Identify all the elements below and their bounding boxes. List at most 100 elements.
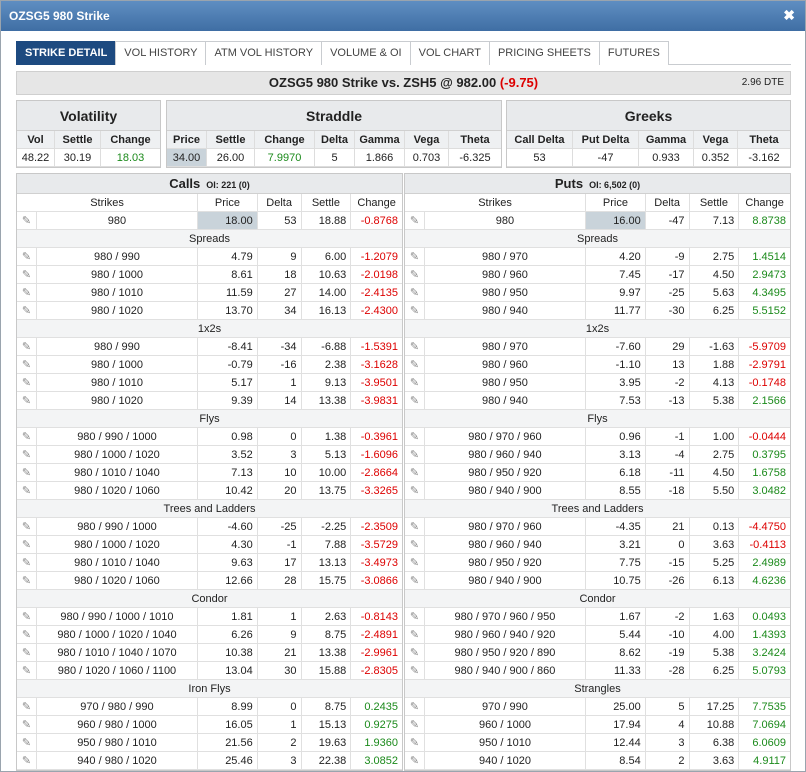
table-row[interactable]: ✎ 950 / 1010 12.44 3 6.38 6.0609 — [405, 734, 790, 752]
wrench-icon[interactable]: ✎ — [405, 356, 425, 373]
wrench-icon[interactable]: ✎ — [17, 536, 37, 553]
table-row[interactable]: ✎ 980 / 960 7.45 -17 4.50 2.9473 — [405, 266, 790, 284]
table-row[interactable]: ✎ 980 / 950 / 920 7.75 -15 5.25 2.4989 — [405, 554, 790, 572]
wrench-icon[interactable]: ✎ — [405, 662, 425, 679]
wrench-icon[interactable]: ✎ — [17, 374, 37, 391]
wrench-icon[interactable]: ✎ — [17, 464, 37, 481]
table-row[interactable]: ✎ 980 / 960 -1.10 13 1.88 -2.9791 — [405, 356, 790, 374]
table-row[interactable]: ✎ 980 / 940 / 900 8.55 -18 5.50 3.0482 — [405, 482, 790, 500]
wrench-icon[interactable]: ✎ — [17, 644, 37, 661]
tab-futures[interactable]: FUTURES — [598, 41, 669, 65]
table-row[interactable]: ✎ 980 / 1010 / 1040 7.13 10 10.00 -2.8664 — [17, 464, 402, 482]
wrench-icon[interactable]: ✎ — [405, 212, 425, 229]
table-row[interactable]: ✎ 970 / 990 25.00 5 17.25 7.7535 — [405, 698, 790, 716]
wrench-icon[interactable]: ✎ — [17, 608, 37, 625]
wrench-icon[interactable]: ✎ — [405, 482, 425, 499]
table-row[interactable]: ✎ 980 / 970 / 960 0.96 -1 1.00 -0.0444 — [405, 428, 790, 446]
table-row[interactable]: ✎ 980 / 1020 / 1060 / 1100 13.04 30 15.88 -2.… — [17, 662, 402, 680]
wrench-icon[interactable]: ✎ — [17, 428, 37, 445]
tab-vol-chart[interactable]: VOL CHART — [409, 41, 490, 65]
table-row[interactable]: ✎ 980 / 950 3.95 -2 4.13 -0.1748 — [405, 374, 790, 392]
wrench-icon[interactable]: ✎ — [405, 536, 425, 553]
table-row[interactable]: ✎ 980 / 1010 11.59 27 14.00 -2.4135 — [17, 284, 402, 302]
wrench-icon[interactable]: ✎ — [405, 446, 425, 463]
tab-vol-history[interactable]: VOL HISTORY — [115, 41, 207, 65]
table-row[interactable]: ✎ 980 / 970 -7.60 29 -1.63 -5.9709 — [405, 338, 790, 356]
table-row[interactable]: ✎ 980 / 940 11.77 -30 6.25 5.5152 — [405, 302, 790, 320]
tab-atm-vol-history[interactable]: ATM VOL HISTORY — [205, 41, 323, 65]
wrench-icon[interactable]: ✎ — [17, 698, 37, 715]
table-row[interactable]: ✎ 980 / 1000 8.61 18 10.63 -2.0198 — [17, 266, 402, 284]
table-row[interactable]: ✎ 980 / 1000 / 1020 4.30 -1 7.88 -3.5729 — [17, 536, 402, 554]
wrench-icon[interactable]: ✎ — [17, 716, 37, 733]
wrench-icon[interactable]: ✎ — [17, 302, 37, 319]
table-row[interactable]: ✎ 980 / 990 / 1000 / 1010 1.81 1 2.63 -0.8143 — [17, 608, 402, 626]
table-row[interactable]: ✎ 980 / 1000 / 1020 / 1040 6.26 9 8.75 -2.489… — [17, 626, 402, 644]
table-row[interactable]: ✎ 980 / 1020 / 1060 10.42 20 13.75 -3.3265 — [17, 482, 402, 500]
wrench-icon[interactable]: ✎ — [17, 356, 37, 373]
wrench-icon[interactable]: ✎ — [405, 554, 425, 571]
table-row[interactable]: ✎ 940 / 980 / 1020 25.46 3 22.38 3.0852 — [17, 752, 402, 770]
wrench-icon[interactable]: ✎ — [17, 392, 37, 409]
wrench-icon[interactable]: ✎ — [405, 734, 425, 751]
tab-strike-detail[interactable]: STRIKE DETAIL — [16, 41, 117, 65]
table-row[interactable]: ✎ 980 / 1020 9.39 14 13.38 -3.9831 — [17, 392, 402, 410]
table-row[interactable]: ✎ 960 / 980 / 1000 16.05 1 15.13 0.9275 — [17, 716, 402, 734]
table-row[interactable]: ✎ 980 / 1010 / 1040 9.63 17 13.13 -3.4973 — [17, 554, 402, 572]
table-row[interactable]: ✎ 980 / 940 7.53 -13 5.38 2.1566 — [405, 392, 790, 410]
wrench-icon[interactable]: ✎ — [405, 464, 425, 481]
table-row[interactable]: ✎ 980 / 960 / 940 3.13 -4 2.75 0.3795 — [405, 446, 790, 464]
table-row[interactable]: ✎ 980 / 970 / 960 / 950 1.67 -2 1.63 0.0493 — [405, 608, 790, 626]
table-row[interactable]: ✎ 980 / 990 -8.41 -34 -6.88 -1.5391 — [17, 338, 402, 356]
close-icon[interactable]: ✖ — [783, 7, 795, 24]
wrench-icon[interactable]: ✎ — [405, 428, 425, 445]
wrench-icon[interactable]: ✎ — [405, 716, 425, 733]
table-row[interactable]: ✎ 980 / 990 / 1000 0.98 0 1.38 -0.3961 — [17, 428, 402, 446]
wrench-icon[interactable]: ✎ — [17, 554, 37, 571]
wrench-icon[interactable]: ✎ — [17, 284, 37, 301]
wrench-icon[interactable]: ✎ — [405, 572, 425, 589]
table-row[interactable]: ✎ 980 / 1020 / 1060 12.66 28 15.75 -3.0866 — [17, 572, 402, 590]
tab-pricing-sheets[interactable]: PRICING SHEETS — [488, 41, 600, 65]
wrench-icon[interactable]: ✎ — [17, 482, 37, 499]
wrench-icon[interactable]: ✎ — [405, 752, 425, 769]
table-row[interactable]: ✎ 980 / 970 4.20 -9 2.75 1.4514 — [405, 248, 790, 266]
wrench-icon[interactable]: ✎ — [17, 572, 37, 589]
calls-main-row[interactable]: ✎ 980 18.00 53 18.88 -0.8768 — [17, 212, 402, 230]
wrench-icon[interactable]: ✎ — [405, 338, 425, 355]
table-row[interactable]: ✎ 980 / 1000 -0.79 -16 2.38 -3.1628 — [17, 356, 402, 374]
wrench-icon[interactable]: ✎ — [405, 248, 425, 265]
tab-volume-oi[interactable]: VOLUME & OI — [321, 41, 411, 65]
table-row[interactable]: ✎ 980 / 970 / 960 -4.35 21 0.13 -4.4750 — [405, 518, 790, 536]
wrench-icon[interactable]: ✎ — [405, 302, 425, 319]
table-row[interactable]: ✎ 940 / 1020 8.54 2 3.63 4.9117 — [405, 752, 790, 770]
table-row[interactable]: ✎ 980 / 1010 5.17 1 9.13 -3.9501 — [17, 374, 402, 392]
wrench-icon[interactable]: ✎ — [405, 608, 425, 625]
table-row[interactable]: ✎ 970 / 980 / 990 8.99 0 8.75 0.2435 — [17, 698, 402, 716]
wrench-icon[interactable]: ✎ — [405, 266, 425, 283]
table-row[interactable]: ✎ 980 / 940 / 900 10.75 -26 6.13 4.6236 — [405, 572, 790, 590]
table-row[interactable]: ✎ 950 / 980 / 1010 21.56 2 19.63 1.9360 — [17, 734, 402, 752]
wrench-icon[interactable]: ✎ — [405, 392, 425, 409]
wrench-icon[interactable]: ✎ — [405, 644, 425, 661]
table-row[interactable]: ✎ 980 / 960 / 940 3.21 0 3.63 -0.4113 — [405, 536, 790, 554]
table-row[interactable]: ✎ 980 / 950 9.97 -25 5.63 4.3495 — [405, 284, 790, 302]
wrench-icon[interactable]: ✎ — [405, 626, 425, 643]
table-row[interactable]: ✎ 980 / 1020 13.70 34 16.13 -2.4300 — [17, 302, 402, 320]
wrench-icon[interactable]: ✎ — [405, 518, 425, 535]
table-row[interactable]: ✎ 960 / 1000 17.94 4 10.88 7.0694 — [405, 716, 790, 734]
table-row[interactable]: ✎ 980 / 950 / 920 / 890 8.62 -19 5.38 3.2424 — [405, 644, 790, 662]
wrench-icon[interactable]: ✎ — [405, 698, 425, 715]
wrench-icon[interactable]: ✎ — [17, 662, 37, 679]
wrench-icon[interactable]: ✎ — [405, 284, 425, 301]
wrench-icon[interactable]: ✎ — [17, 338, 37, 355]
table-row[interactable]: ✎ 980 / 950 / 920 6.18 -11 4.50 1.6758 — [405, 464, 790, 482]
table-row[interactable]: ✎ 980 / 1000 / 1020 3.52 3 5.13 -1.6096 — [17, 446, 402, 464]
table-row[interactable]: ✎ 980 / 990 4.79 9 6.00 -1.2079 — [17, 248, 402, 266]
wrench-icon[interactable]: ✎ — [17, 626, 37, 643]
wrench-icon[interactable]: ✎ — [17, 266, 37, 283]
wrench-icon[interactable]: ✎ — [17, 446, 37, 463]
table-row[interactable]: ✎ 980 / 990 / 1000 -4.60 -25 -2.25 -2.3509 — [17, 518, 402, 536]
table-row[interactable]: ✎ 980 / 940 / 900 / 860 11.33 -28 6.25 5.0793 — [405, 662, 790, 680]
wrench-icon[interactable]: ✎ — [17, 752, 37, 769]
